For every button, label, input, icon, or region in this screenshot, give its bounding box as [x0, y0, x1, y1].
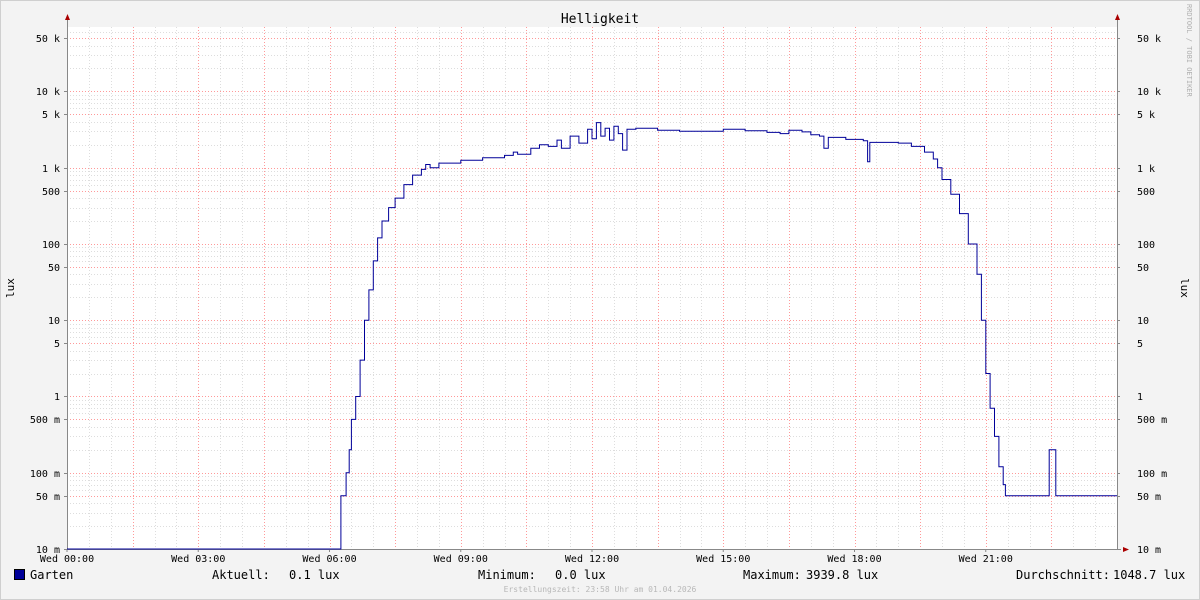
y-tick-label-right: 100 — [1137, 240, 1155, 251]
y-axis-label-right: lux — [1178, 278, 1191, 298]
y-tick-label: 500 — [42, 187, 60, 198]
watermark: RRDTOOL / TOBI OETIKER — [1185, 4, 1193, 98]
y-tick-label: 100 — [42, 240, 60, 251]
y-tick-label: 10 k — [36, 87, 60, 98]
y-tick-label-right: 10 — [1137, 316, 1149, 327]
legend-min-label: Minimum: — [478, 568, 536, 582]
y-tick-label-right: 5 — [1137, 339, 1143, 350]
y-tick-label-right: 500 — [1137, 187, 1155, 198]
y-tick-label-right: 10 m — [1137, 545, 1161, 556]
y-tick-label: 100 m — [30, 469, 60, 480]
y-tick-label: 50 m — [36, 492, 60, 503]
legend-avg-label: Durchschnitt: — [1016, 568, 1110, 582]
legend-current-label: Aktuell: — [212, 568, 270, 582]
y-tick-label-right: 5 k — [1137, 110, 1155, 121]
y-tick-label-right: 100 m — [1137, 469, 1167, 480]
y-tick-label: 5 k — [42, 110, 60, 121]
legend-swatch — [14, 569, 25, 580]
x-tick-label: Wed 00:00 — [40, 554, 94, 565]
legend-max-value: 3939.8 lux — [806, 568, 879, 582]
brightness-chart: 10 m 10 m50 m 50 m100 m 100 m500 m 500 m1 15 5… — [4, 4, 1193, 565]
x-tick-label: Wed 06:00 — [302, 554, 356, 565]
y-tick-label: 1 k — [42, 164, 60, 175]
y-tick-label: 50 k — [36, 34, 60, 45]
x-tick-label: Wed 09:00 — [434, 554, 488, 565]
x-axis-arrow — [1123, 547, 1129, 552]
y-axis-arrow-right — [1115, 14, 1120, 20]
chart-title: Helligkeit — [561, 12, 639, 27]
y-tick-label: 10 — [48, 316, 60, 327]
y-tick-label: 500 m — [30, 415, 60, 426]
y-axis-arrow-left — [65, 14, 70, 20]
creation-timestamp: Erstellungszeit: 23:58 Uhr am 01.04.2026 — [503, 585, 697, 594]
y-tick-label-right: 50 m — [1137, 492, 1161, 503]
legend-current-value: 0.1 lux — [289, 568, 340, 582]
x-tick-label: Wed 21:00 — [959, 554, 1013, 565]
grid — [67, 27, 1118, 550]
y-tick-label-right: 50 — [1137, 263, 1149, 274]
y-tick-label-right: 10 k — [1137, 87, 1161, 98]
y-axis-label-left: lux — [4, 278, 17, 298]
x-tick-label: Wed 12:00 — [565, 554, 619, 565]
legend-max-label: Maximum: — [743, 568, 801, 582]
x-tick-label: Wed 15:00 — [696, 554, 750, 565]
legend-avg-value: 1048.7 lux — [1113, 568, 1186, 582]
y-tick-label-right: 50 k — [1137, 34, 1161, 45]
y-tick-label: 5 — [54, 339, 60, 350]
y-tick-label-right: 1 k — [1137, 164, 1155, 175]
y-tick-label: 1 — [54, 392, 60, 403]
x-tick-label: Wed 18:00 — [827, 554, 881, 565]
y-tick-label: 50 — [48, 263, 60, 274]
y-tick-label-right: 500 m — [1137, 415, 1167, 426]
legend-min-value: 0.0 lux — [555, 568, 606, 582]
y-tick-label-right: 1 — [1137, 392, 1143, 403]
legend-series-name: Garten — [30, 568, 74, 582]
x-tick-label: Wed 03:00 — [171, 554, 225, 565]
